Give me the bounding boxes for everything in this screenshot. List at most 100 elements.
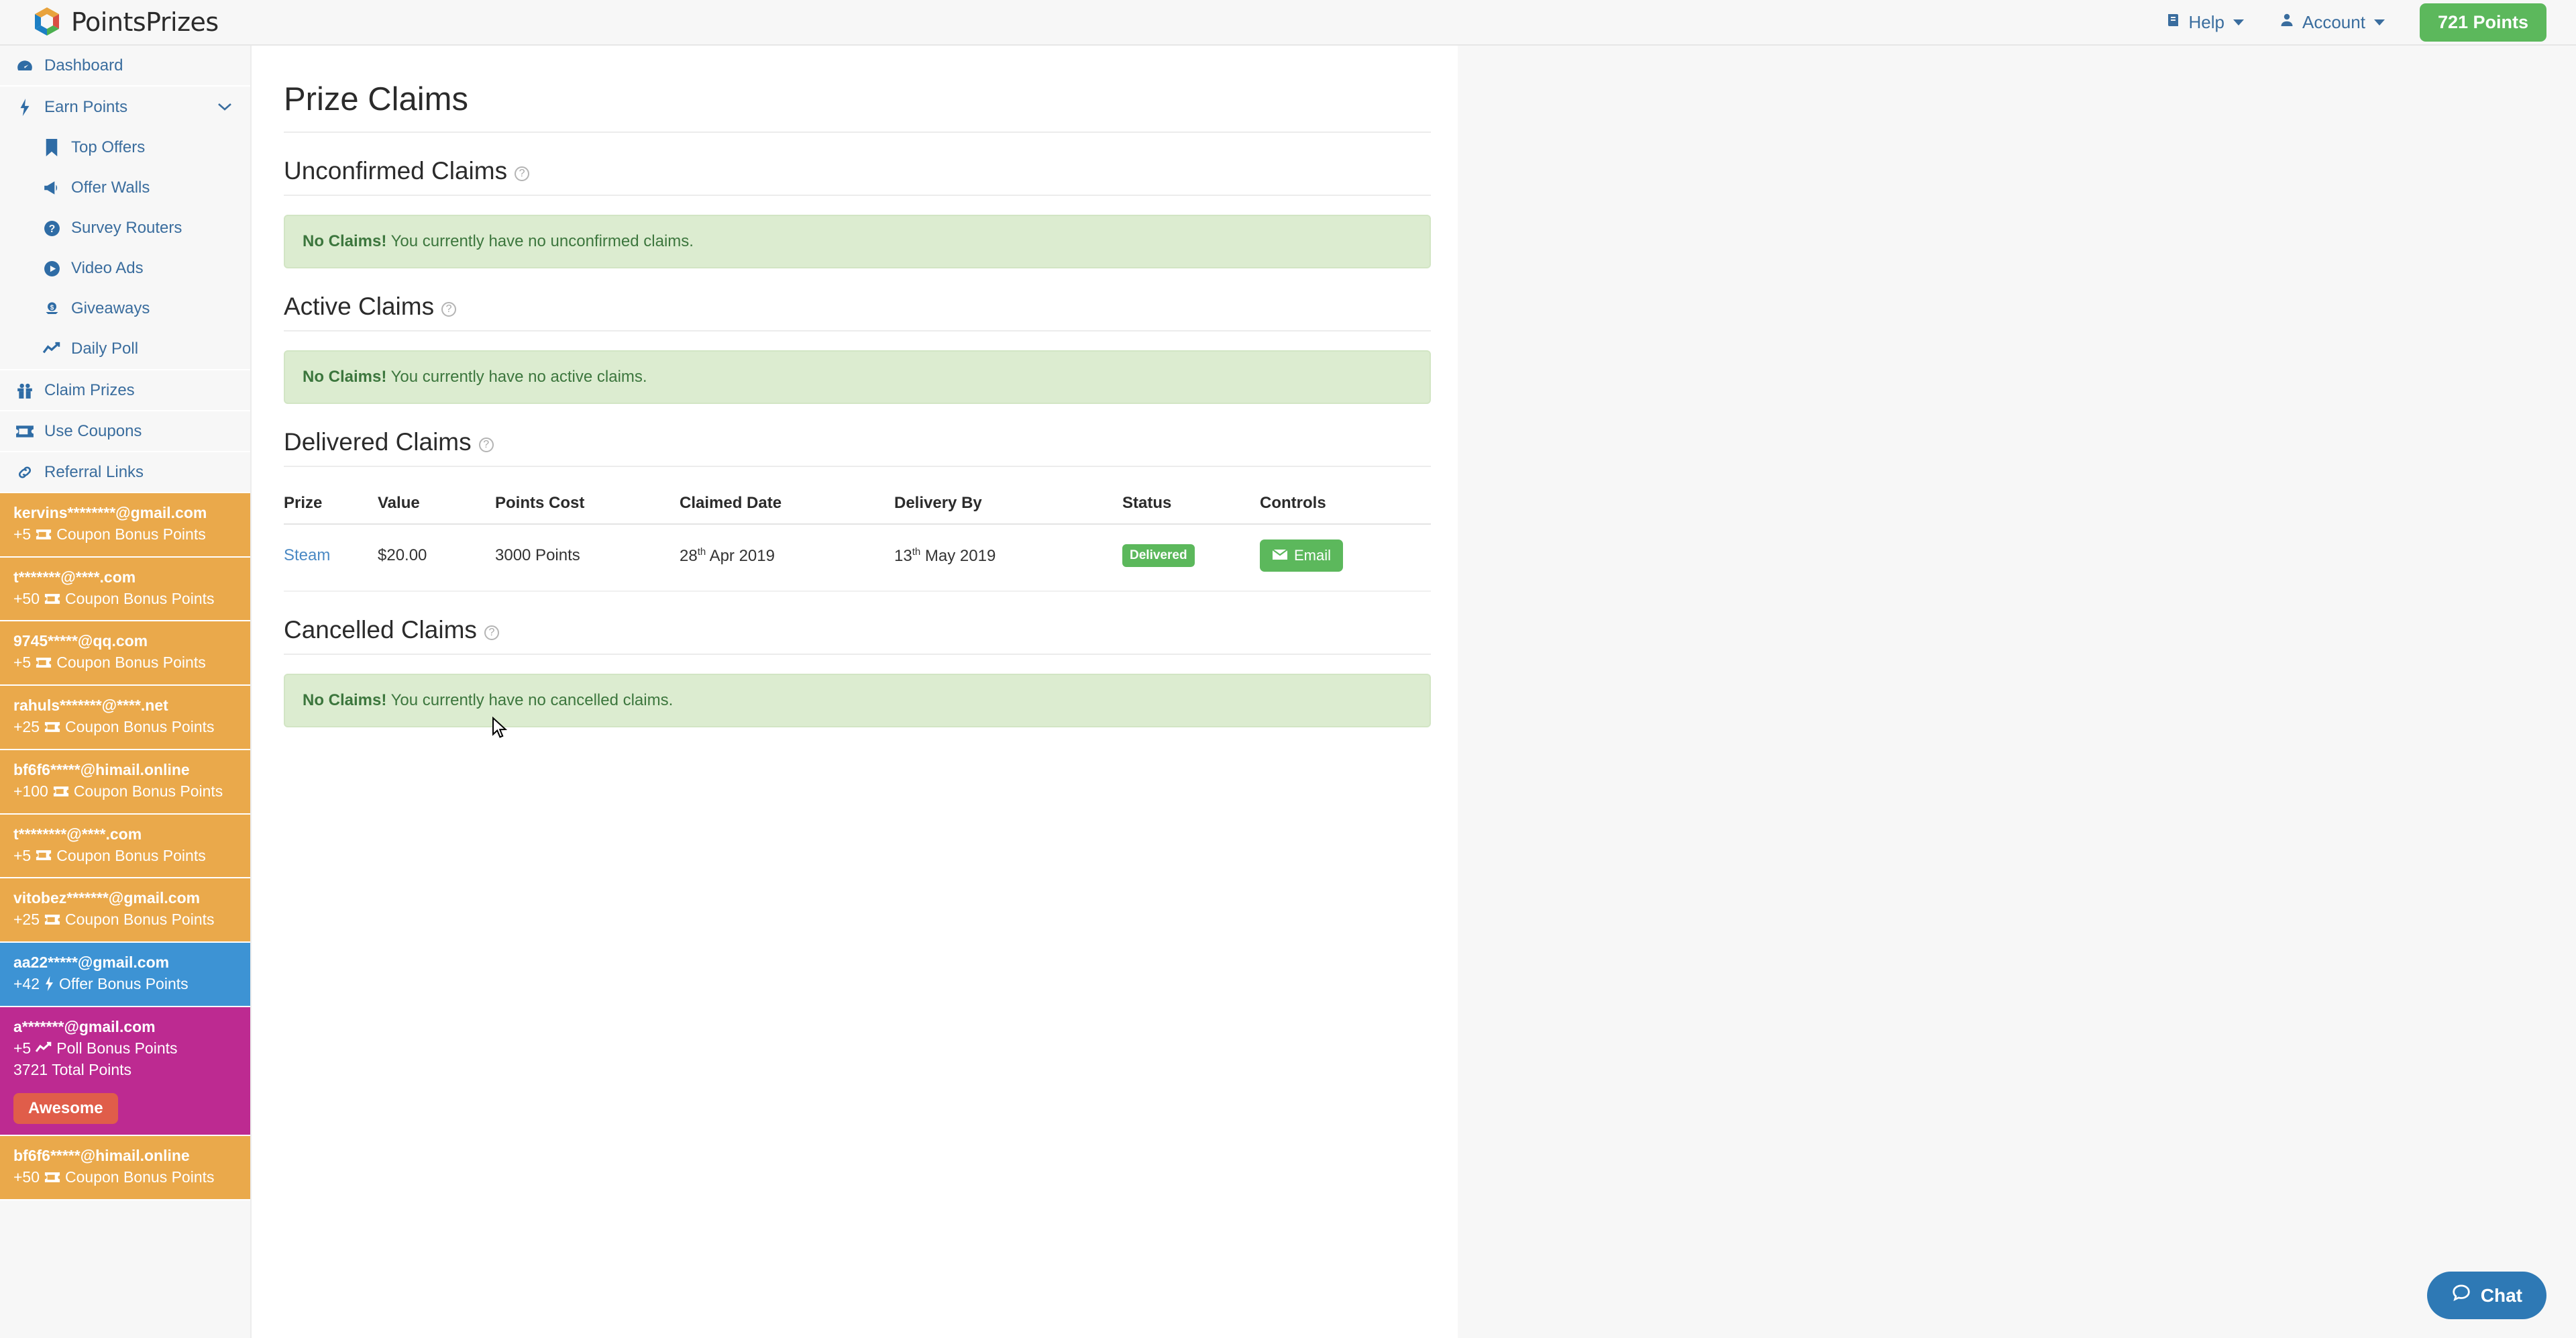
notification-amount: +5 [13,652,31,674]
notification-card[interactable]: bf6f6*****@himail.online +100 Coupon Bon… [0,750,250,815]
sidebar-item-top-offers[interactable]: Top Offers [0,127,250,168]
ticket-icon [36,529,52,540]
section-title: Unconfirmed Claims [284,157,507,185]
notification-amount: +50 [13,588,40,610]
sidebar-item-earn-points[interactable]: Earn Points [0,87,250,127]
help-circle-icon[interactable]: ? [479,438,494,452]
sidebar-item-label: Claim Prizes [44,381,135,400]
notification-card[interactable]: t********@****.com +5 Coupon Bonus Point… [0,815,250,879]
notification-card[interactable]: 9745*****@qq.com +5 Coupon Bonus Points [0,621,250,686]
awesome-button[interactable]: Awesome [13,1093,118,1124]
column-header-delivery-by: Delivery By [894,484,1122,524]
section-heading-delivered: Delivered Claims ? [284,428,1431,467]
svg-text:$: $ [50,305,54,312]
link-icon [15,464,35,480]
section-heading-unconfirmed: Unconfirmed Claims ? [284,157,1431,196]
sidebar-item-use-coupons[interactable]: Use Coupons [0,411,250,452]
active-empty-alert: No Claims! You currently have no active … [284,350,1431,404]
alert-text: You currently have no cancelled claims. [386,691,673,709]
status-badge: Delivered [1122,544,1195,567]
notification-card[interactable]: bf6f6*****@himail.online +50 Coupon Bonu… [0,1136,250,1200]
help-label: Help [2189,12,2224,33]
brand-logo-area[interactable]: PointsPrizes [0,6,219,38]
chevron-down-icon[interactable] [217,100,233,115]
email-button-label: Email [1294,547,1331,564]
notification-email: vitobez*******@gmail.com [13,888,237,909]
cell-controls: Email [1260,524,1431,591]
sidebar-item-referral-links[interactable]: Referral Links [0,452,250,493]
notification-email: 9745*****@qq.com [13,631,237,652]
sidebar-item-label: Referral Links [44,463,144,482]
notification-card[interactable]: t*******@****.com +50 Coupon Bonus Point… [0,558,250,622]
help-circle-icon[interactable]: ? [484,625,499,640]
table-header-row: Prize Value Points Cost Claimed Date Del… [284,484,1431,524]
notification-amount: +25 [13,716,40,738]
mouse-cursor [492,717,509,739]
help-circle-icon[interactable]: ? [441,302,456,317]
page-title: Prize Claims [284,81,1431,133]
account-menu[interactable]: Account [2279,12,2385,33]
sidebar-item-giveaways[interactable]: $ Giveaways [0,289,250,329]
notification-email: bf6f6*****@himail.online [13,1145,237,1166]
sidebar-item-survey-routers[interactable]: ? Survey Routers [0,208,250,248]
delivered-claims-table: Prize Value Points Cost Claimed Date Del… [284,484,1431,592]
notification-points: +25 Coupon Bonus Points [13,909,237,931]
book-icon [2165,12,2182,33]
sidebar-item-label: Giveaways [71,299,150,318]
cell-delivery-by: 13th May 2019 [894,524,1122,591]
notification-email: rahuls*******@****.net [13,695,237,716]
unconfirmed-empty-alert: No Claims! You currently have no unconfi… [284,215,1431,268]
sidebar-item-label: Offer Walls [71,178,150,197]
top-header-bar: PointsPrizes Help Account [0,0,2576,46]
help-circle-icon[interactable]: ? [515,166,529,181]
sidebar-item-dashboard[interactable]: Dashboard [0,46,250,87]
sidebar-item-label: Dashboard [44,56,123,75]
table-body: Steam $20.00 3000 Points 28th Apr 2019 1… [284,524,1431,591]
notification-points: +42 Offer Bonus Points [13,973,237,995]
chat-widget-button[interactable]: Chat [2427,1272,2546,1319]
notification-email: a*******@gmail.com [13,1017,237,1037]
notification-type: Coupon Bonus Points [56,845,206,867]
notification-type: Coupon Bonus Points [56,652,206,674]
notification-card[interactable]: kervins********@gmail.com +5 Coupon Bonu… [0,493,250,558]
notification-card[interactable]: aa22*****@gmail.com +42 Offer Bonus Poin… [0,943,250,1007]
notification-type: Coupon Bonus Points [56,523,206,546]
notification-points: +25 Coupon Bonus Points [13,716,237,738]
section-heading-active: Active Claims ? [284,293,1431,331]
sidebar-item-claim-prizes[interactable]: Claim Prizes [0,370,250,411]
notification-points: +5 Poll Bonus Points [13,1037,237,1060]
sidebar-item-video-ads[interactable]: Video Ads [0,248,250,289]
sidebar-item-label: Video Ads [71,259,144,278]
notification-type: Offer Bonus Points [59,973,189,995]
sidebar-item-offer-walls[interactable]: Offer Walls [0,168,250,208]
section-title: Cancelled Claims [284,616,477,644]
alert-bold-text: No Claims! [303,368,386,386]
dashboard-icon [15,57,35,74]
sidebar-item-daily-poll[interactable]: Daily Poll [0,329,250,369]
points-balance-badge[interactable]: 721 Points [2420,3,2546,42]
alert-bold-text: No Claims! [303,691,386,709]
ticket-icon [53,786,69,797]
column-header-controls: Controls [1260,484,1431,524]
notification-type: Coupon Bonus Points [65,1166,215,1188]
delivery-ordinal: th [912,546,921,558]
column-header-value: Value [378,484,495,524]
notification-email: bf6f6*****@himail.online [13,760,237,780]
megaphone-icon [42,180,62,196]
email-button[interactable]: Email [1260,539,1343,572]
section-title: Active Claims [284,293,434,321]
question-circle-icon: ? [42,220,62,237]
notification-card[interactable]: vitobez*******@gmail.com +25 Coupon Bonu… [0,878,250,943]
prize-link[interactable]: Steam [284,546,330,564]
ticket-icon [44,593,60,605]
alert-text: You currently have no unconfirmed claims… [386,232,694,250]
sidebar-item-label: Earn Points [44,98,127,117]
sidebar-item-label: Top Offers [71,138,145,157]
notification-email: t*******@****.com [13,567,237,588]
notification-card[interactable]: a*******@gmail.com +5 Poll Bonus Points … [0,1007,250,1136]
notification-card[interactable]: rahuls*******@****.net +25 Coupon Bonus … [0,686,250,750]
help-menu[interactable]: Help [2165,12,2244,33]
envelope-icon [1272,547,1288,564]
notification-amount: +5 [13,845,31,867]
notification-points: +50 Coupon Bonus Points [13,1166,237,1188]
